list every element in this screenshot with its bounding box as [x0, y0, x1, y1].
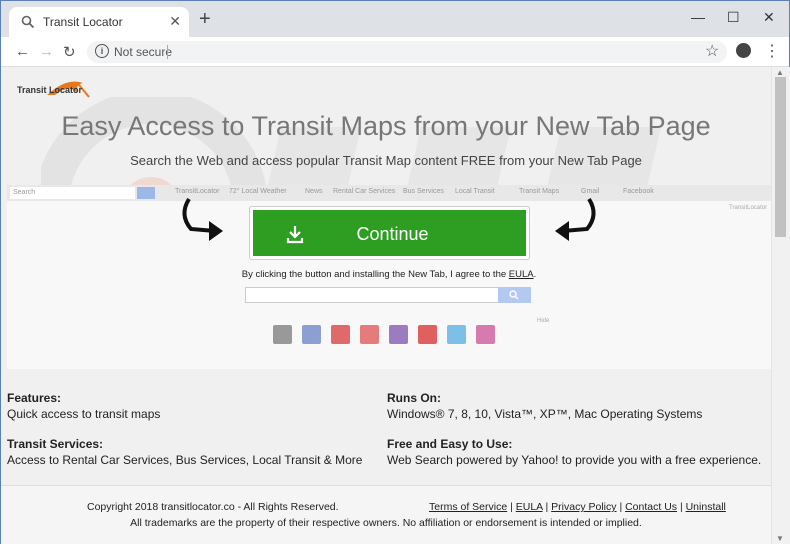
scroll-up-icon[interactable]: ▲ [776, 68, 784, 77]
features-text: Quick access to transit maps [7, 407, 161, 421]
eula-link[interactable]: EULA [509, 269, 534, 280]
agreement-text: By clicking the button and installing th… [1, 269, 771, 280]
preview-item: TransitLocator [175, 188, 220, 195]
preview-search-input: Search [10, 187, 135, 199]
mail-icon [360, 325, 379, 344]
preview-item: 72° Local Weather [229, 188, 287, 195]
back-button[interactable]: ← [15, 43, 30, 60]
twitter-icon [447, 325, 466, 344]
preview-search-button [137, 187, 155, 199]
services-text: Access to Rental Car Services, Bus Servi… [7, 453, 363, 467]
browser-window: Transit Locator ✕ + — ☐ ✕ ← → ↻ i Not se… [0, 0, 790, 544]
preview-item: Gmail [581, 188, 600, 195]
contact-link[interactable]: Contact Us [625, 501, 677, 513]
copyright: Copyright 2018 transitlocator.co - All R… [87, 501, 339, 513]
maximize-button[interactable]: ☐ [727, 9, 740, 26]
preview-item: News [305, 188, 323, 195]
continue-label: Continue [356, 224, 429, 244]
browser-menu-icon[interactable]: ⋮ [764, 41, 780, 61]
page-headline: Easy Access to Transit Maps from your Ne… [61, 111, 711, 141]
yahoo-icon [389, 325, 408, 344]
tab-title: Transit Locator [43, 15, 123, 29]
new-tab-button[interactable]: + [199, 9, 211, 29]
features-section: Features: Quick access to transit maps T… [1, 369, 771, 485]
vertical-scrollbar[interactable]: ▲ ▼ [771, 67, 790, 544]
bookmark-star-icon[interactable]: ☆ [705, 41, 719, 61]
free-heading: Free and Easy to Use: [387, 437, 513, 451]
preview-hide-label: Hide [537, 318, 550, 324]
transit-locator-logo: Transit Locator [17, 81, 90, 98]
eula-footer-link[interactable]: EULA [516, 501, 543, 513]
search-icon [21, 15, 35, 29]
terms-link[interactable]: Terms of Service [429, 501, 507, 513]
preview-search-field [245, 287, 499, 303]
preview-item: Local Transit [455, 188, 495, 195]
forward-button[interactable]: → [39, 43, 54, 60]
services-heading: Transit Services: [7, 437, 104, 451]
right-arrow-icon [555, 197, 596, 241]
address-bar[interactable]: i Not secure [87, 41, 727, 63]
runs-on-heading: Runs On: [387, 391, 441, 405]
agreement-period: . [533, 269, 537, 280]
free-text: Web Search powered by Yahoo! to provide … [387, 453, 762, 467]
preview-item: Rental Car Services [333, 188, 396, 195]
preview-search-submit [498, 287, 531, 303]
scrollbar-thumb[interactable] [775, 77, 786, 237]
close-window-button[interactable]: ✕ [763, 9, 775, 26]
logo-text: Transit Locator [17, 85, 83, 95]
info-icon[interactable]: i [95, 44, 109, 58]
search-icon [509, 290, 519, 300]
scroll-down-icon[interactable]: ▼ [776, 534, 784, 543]
page-content: Transit Locator Easy Access to Transit M… [1, 67, 771, 544]
minimize-button[interactable]: — [691, 9, 705, 25]
preview-item: Facebook [623, 188, 654, 195]
security-status: Not secure [114, 45, 173, 59]
tab-strip: Transit Locator ✕ + — ☐ ✕ [1, 1, 789, 37]
instagram-icon [476, 325, 495, 344]
amazon-icon [273, 325, 292, 344]
preview-brand: TransitLocator [729, 205, 768, 211]
account-icon[interactable] [736, 43, 751, 58]
agreement-copy: By clicking the button and installing th… [241, 269, 509, 280]
legal-notice: All trademarks are the property of their… [130, 517, 642, 529]
preview-toolbar: Search TransitLocator 72° Local Weather … [7, 185, 771, 201]
reload-button[interactable]: ↻ [63, 43, 76, 61]
continue-button[interactable]: Continue [250, 207, 529, 259]
page-footer: Copyright 2018 transitlocator.co - All R… [1, 485, 771, 544]
features-heading: Features: [7, 391, 62, 405]
preview-item: Bus Services [403, 188, 444, 195]
walmart-icon [302, 325, 321, 344]
runs-on-text: Windows® 7, 8, 10, Vista™, XP™, Mac Oper… [387, 407, 703, 421]
browser-toolbar: ← → ↻ i Not secure ☆ ⋮ [1, 37, 789, 67]
footer-links: Terms of Service | EULA | Privacy Policy… [429, 501, 726, 513]
preview-item: Transit Maps [519, 188, 560, 195]
tab-transit-locator[interactable]: Transit Locator ✕ [9, 7, 189, 37]
address-divider [167, 45, 168, 59]
target-icon [331, 325, 350, 344]
left-arrow-icon [182, 197, 223, 241]
page-subheadline: Search the Web and access popular Transi… [130, 153, 642, 168]
uninstall-link[interactable]: Uninstall [686, 501, 726, 513]
close-tab-icon[interactable]: ✕ [169, 13, 181, 30]
privacy-link[interactable]: Privacy Policy [551, 501, 616, 513]
youtube-icon [418, 325, 437, 344]
